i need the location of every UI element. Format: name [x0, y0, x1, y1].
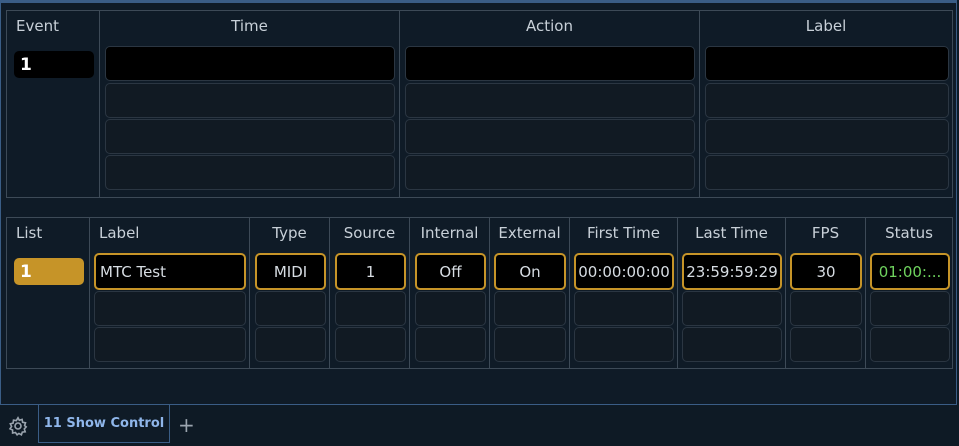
time-cell[interactable] — [105, 46, 395, 81]
show-control-window: Event 1 Time Action Label List 1 Label M… — [0, 0, 957, 405]
plus-icon[interactable]: + — [178, 413, 195, 437]
list-header: List — [16, 224, 43, 242]
time-column: Time — [100, 11, 400, 197]
last-time-cell[interactable]: 23:59:59:29 — [682, 253, 782, 290]
list-empty-cell[interactable] — [790, 327, 862, 362]
list-panel: List 1 Label MTC Test Type MIDI Source 1… — [6, 217, 953, 369]
first-time-cell[interactable]: 00:00:00:00 — [574, 253, 674, 290]
time-header: Time — [231, 17, 268, 35]
action-cell[interactable] — [405, 119, 695, 154]
list-empty-cell[interactable] — [335, 291, 406, 326]
list-empty-cell[interactable] — [870, 291, 950, 326]
label-cell[interactable] — [705, 83, 949, 118]
source-column: Source 1 — [330, 218, 410, 368]
list-empty-cell[interactable] — [574, 291, 674, 326]
list-number[interactable]: 1 — [14, 258, 84, 285]
list-empty-cell[interactable] — [94, 291, 246, 326]
type-column: Type MIDI — [250, 218, 330, 368]
label-header: Label — [805, 17, 847, 35]
first-time-header: First Time — [586, 224, 661, 242]
fps-cell[interactable]: 30 — [790, 253, 862, 290]
internal-column: Internal Off — [410, 218, 490, 368]
last-time-header: Last Time — [695, 224, 768, 242]
list-empty-cell[interactable] — [94, 327, 246, 362]
list-empty-cell[interactable] — [415, 327, 486, 362]
list-empty-cell[interactable] — [682, 291, 782, 326]
list-empty-cell[interactable] — [790, 291, 862, 326]
action-header: Action — [526, 17, 573, 35]
tab-bar: 11 Show Control + — [0, 405, 959, 446]
source-header: Source — [343, 224, 396, 242]
gear-icon[interactable] — [8, 416, 28, 436]
list-label-column: Label MTC Test — [90, 218, 250, 368]
list-empty-cell[interactable] — [415, 291, 486, 326]
event-number[interactable]: 1 — [14, 51, 94, 78]
time-cell[interactable] — [105, 83, 395, 118]
list-empty-cell[interactable] — [494, 291, 566, 326]
action-cell[interactable] — [405, 155, 695, 190]
type-header: Type — [272, 224, 307, 242]
label-cell[interactable] — [705, 155, 949, 190]
type-cell[interactable]: MIDI — [255, 253, 326, 290]
external-cell[interactable]: On — [494, 253, 566, 290]
time-cell[interactable] — [105, 119, 395, 154]
list-empty-cell[interactable] — [255, 327, 326, 362]
fps-header: FPS — [811, 224, 840, 242]
event-column: Event 1 — [7, 11, 100, 197]
label-cell[interactable] — [705, 46, 949, 81]
internal-cell[interactable]: Off — [415, 253, 486, 290]
list-empty-cell[interactable] — [574, 327, 674, 362]
list-label-header: Label — [99, 224, 140, 242]
list-empty-cell[interactable] — [494, 327, 566, 362]
status-column: Status 01:00:... — [866, 218, 952, 368]
event-header: Event — [16, 17, 59, 35]
label-cell[interactable] — [705, 119, 949, 154]
source-cell[interactable]: 1 — [335, 253, 406, 290]
tab-show-control[interactable]: 11 Show Control — [38, 405, 170, 443]
first-time-column: First Time 00:00:00:00 — [570, 218, 678, 368]
status-cell[interactable]: 01:00:... — [870, 253, 950, 290]
internal-header: Internal — [420, 224, 479, 242]
list-column: List 1 — [7, 218, 90, 368]
last-time-column: Last Time 23:59:59:29 — [678, 218, 786, 368]
status-header: Status — [885, 224, 933, 242]
list-empty-cell[interactable] — [335, 327, 406, 362]
list-label-cell[interactable]: MTC Test — [94, 253, 246, 290]
label-column: Label — [700, 11, 952, 197]
action-cell[interactable] — [405, 83, 695, 118]
event-panel: Event 1 Time Action Label — [6, 10, 953, 198]
action-cell[interactable] — [405, 46, 695, 81]
action-column: Action — [400, 11, 700, 197]
external-header: External — [498, 224, 561, 242]
list-empty-cell[interactable] — [870, 327, 950, 362]
list-empty-cell[interactable] — [682, 327, 782, 362]
list-empty-cell[interactable] — [255, 291, 326, 326]
time-cell[interactable] — [105, 155, 395, 190]
external-column: External On — [490, 218, 570, 368]
fps-column: FPS 30 — [786, 218, 866, 368]
